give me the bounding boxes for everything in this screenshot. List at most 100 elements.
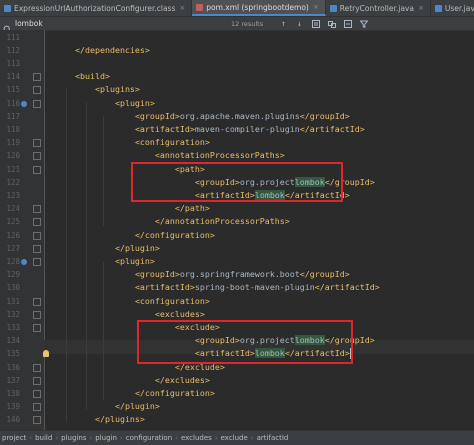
fold-marker-icon[interactable] xyxy=(33,298,41,306)
code-line[interactable]: 120 <annotationProcessorPaths> xyxy=(0,149,474,162)
close-tab-icon[interactable]: × xyxy=(418,4,424,12)
editor-tab-bar: ExpressionUrlAuthorizationConfigurer.cla… xyxy=(0,0,474,17)
filter-icon[interactable] xyxy=(358,18,369,29)
find-in-selection-icon[interactable] xyxy=(310,18,321,29)
line-number: 132 xyxy=(0,308,20,321)
code-line[interactable]: 114 <build> xyxy=(0,70,474,83)
fold-marker-icon[interactable] xyxy=(33,258,41,266)
code-line[interactable]: 124 </path> xyxy=(0,202,474,215)
line-number: 115 xyxy=(0,83,20,96)
code-line[interactable]: 129 <groupId>org.springframework.boot</g… xyxy=(0,268,474,281)
annotation-box-excludes xyxy=(137,320,353,364)
maven-plugin-gutter-icon[interactable] xyxy=(21,259,27,265)
breadcrumb-item[interactable]: artifactId xyxy=(255,434,291,442)
line-number: 128 xyxy=(0,255,20,268)
breadcrumb-item[interactable]: plugins xyxy=(59,434,88,442)
breadcrumb: project›build›plugins›plugin›configurati… xyxy=(0,430,474,445)
code-text: <artifactId>maven-compiler-plugin</artif… xyxy=(55,123,365,136)
code-editor[interactable]: 111112 </dependencies>113114 <build>115 … xyxy=(0,30,474,430)
search-icon[interactable] xyxy=(3,19,12,28)
line-number: 112 xyxy=(0,44,20,57)
maven-plugin-gutter-icon[interactable] xyxy=(21,101,27,107)
code-line[interactable]: 132 <excludes> xyxy=(0,308,474,321)
code-line[interactable]: 115 <plugins> xyxy=(0,83,474,96)
line-number: 118 xyxy=(0,123,20,136)
code-text: </path> xyxy=(55,202,210,215)
line-number: 119 xyxy=(0,136,20,149)
editor-tab[interactable]: ExpressionUrlAuthorizationConfigurer.cla… xyxy=(0,0,192,16)
code-line[interactable]: 116 <plugin> xyxy=(0,97,474,110)
line-number: 124 xyxy=(0,202,20,215)
previous-occurrence-icon[interactable]: ↑ xyxy=(278,18,289,29)
close-tab-icon[interactable]: × xyxy=(313,3,319,11)
code-line[interactable]: 112 </dependencies> xyxy=(0,44,474,57)
fold-marker-icon[interactable] xyxy=(33,139,41,147)
fold-marker-icon[interactable] xyxy=(33,205,41,213)
fold-marker-icon[interactable] xyxy=(33,364,41,372)
breadcrumb-item[interactable]: configuration xyxy=(124,434,174,442)
find-input[interactable]: lombok xyxy=(12,18,221,29)
code-text: </configuration> xyxy=(55,387,215,400)
multi-select-icon[interactable] xyxy=(326,18,337,29)
fold-marker-icon[interactable] xyxy=(33,152,41,160)
code-text: </excludes> xyxy=(55,374,210,387)
line-number: 126 xyxy=(0,229,20,242)
fold-marker-icon[interactable] xyxy=(33,403,41,411)
breadcrumb-item[interactable]: excludes xyxy=(179,434,214,442)
code-line[interactable]: 138 </configuration> xyxy=(0,387,474,400)
file-type-icon xyxy=(435,5,442,12)
code-text: <configuration> xyxy=(55,295,210,308)
code-line[interactable]: 119 <configuration> xyxy=(0,136,474,149)
editor-tab[interactable]: RetryController.java× xyxy=(326,0,431,16)
fold-marker-icon[interactable] xyxy=(33,245,41,253)
breadcrumb-item[interactable]: build xyxy=(33,434,54,442)
line-number: 138 xyxy=(0,387,20,400)
fold-marker-icon[interactable] xyxy=(33,232,41,240)
code-line[interactable]: 127 </plugin> xyxy=(0,242,474,255)
code-line[interactable]: 126 </configuration> xyxy=(0,229,474,242)
code-line[interactable]: 139 </plugin> xyxy=(0,400,474,413)
fold-marker-icon[interactable] xyxy=(33,218,41,226)
code-line[interactable]: 125 </annotationProcessorPaths> xyxy=(0,215,474,228)
tab-label: User.java xyxy=(445,4,474,13)
code-line[interactable]: 140 </plugins> xyxy=(0,413,474,426)
editor-tab[interactable]: pom.xml (springbootdemo) × xyxy=(192,0,325,16)
breadcrumb-item[interactable]: exclude xyxy=(219,434,250,442)
fold-marker-icon[interactable] xyxy=(33,86,41,94)
code-line[interactable]: 113 xyxy=(0,57,474,70)
intention-bulb-icon[interactable] xyxy=(43,350,49,357)
find-results-count: 12 results xyxy=(231,20,273,28)
fold-marker-icon[interactable] xyxy=(33,311,41,319)
fold-marker-icon[interactable] xyxy=(33,100,41,108)
breadcrumb-item[interactable]: project xyxy=(0,434,28,442)
code-line[interactable]: 111 xyxy=(0,31,474,44)
breadcrumb-item[interactable]: plugin xyxy=(93,434,119,442)
fold-marker-icon[interactable] xyxy=(33,73,41,81)
code-text: <build> xyxy=(55,70,110,83)
close-tab-icon[interactable]: × xyxy=(179,4,185,12)
fold-marker-icon[interactable] xyxy=(33,324,41,332)
fold-marker-icon[interactable] xyxy=(33,416,41,424)
fold-marker-icon[interactable] xyxy=(33,166,41,174)
code-line[interactable]: 128 <plugin> xyxy=(0,255,474,268)
file-type-icon xyxy=(4,5,11,12)
line-number: 127 xyxy=(0,242,20,255)
code-line[interactable]: 131 <configuration> xyxy=(0,295,474,308)
code-text: </configuration> xyxy=(55,229,215,242)
tab-label: pom.xml (springbootdemo) xyxy=(206,3,309,12)
code-line[interactable]: 130 <artifactId>spring-boot-maven-plugin… xyxy=(0,281,474,294)
code-text: </dependencies> xyxy=(55,44,150,57)
next-occurrence-icon[interactable]: ↓ xyxy=(294,18,305,29)
code-line[interactable]: 137 </excludes> xyxy=(0,374,474,387)
editor-tab[interactable]: User.java× xyxy=(431,0,474,16)
line-number: 139 xyxy=(0,400,20,413)
fold-marker-icon[interactable] xyxy=(33,377,41,385)
line-number: 122 xyxy=(0,176,20,189)
select-all-occurrences-icon[interactable] xyxy=(342,18,353,29)
code-text: </annotationProcessorPaths> xyxy=(55,215,290,228)
line-number: 131 xyxy=(0,295,20,308)
code-line[interactable]: 118 <artifactId>maven-compiler-plugin</a… xyxy=(0,123,474,136)
code-text: <plugins> xyxy=(55,83,140,96)
fold-marker-icon[interactable] xyxy=(33,390,41,398)
code-line[interactable]: 117 <groupId>org.apache.maven.plugins</g… xyxy=(0,110,474,123)
